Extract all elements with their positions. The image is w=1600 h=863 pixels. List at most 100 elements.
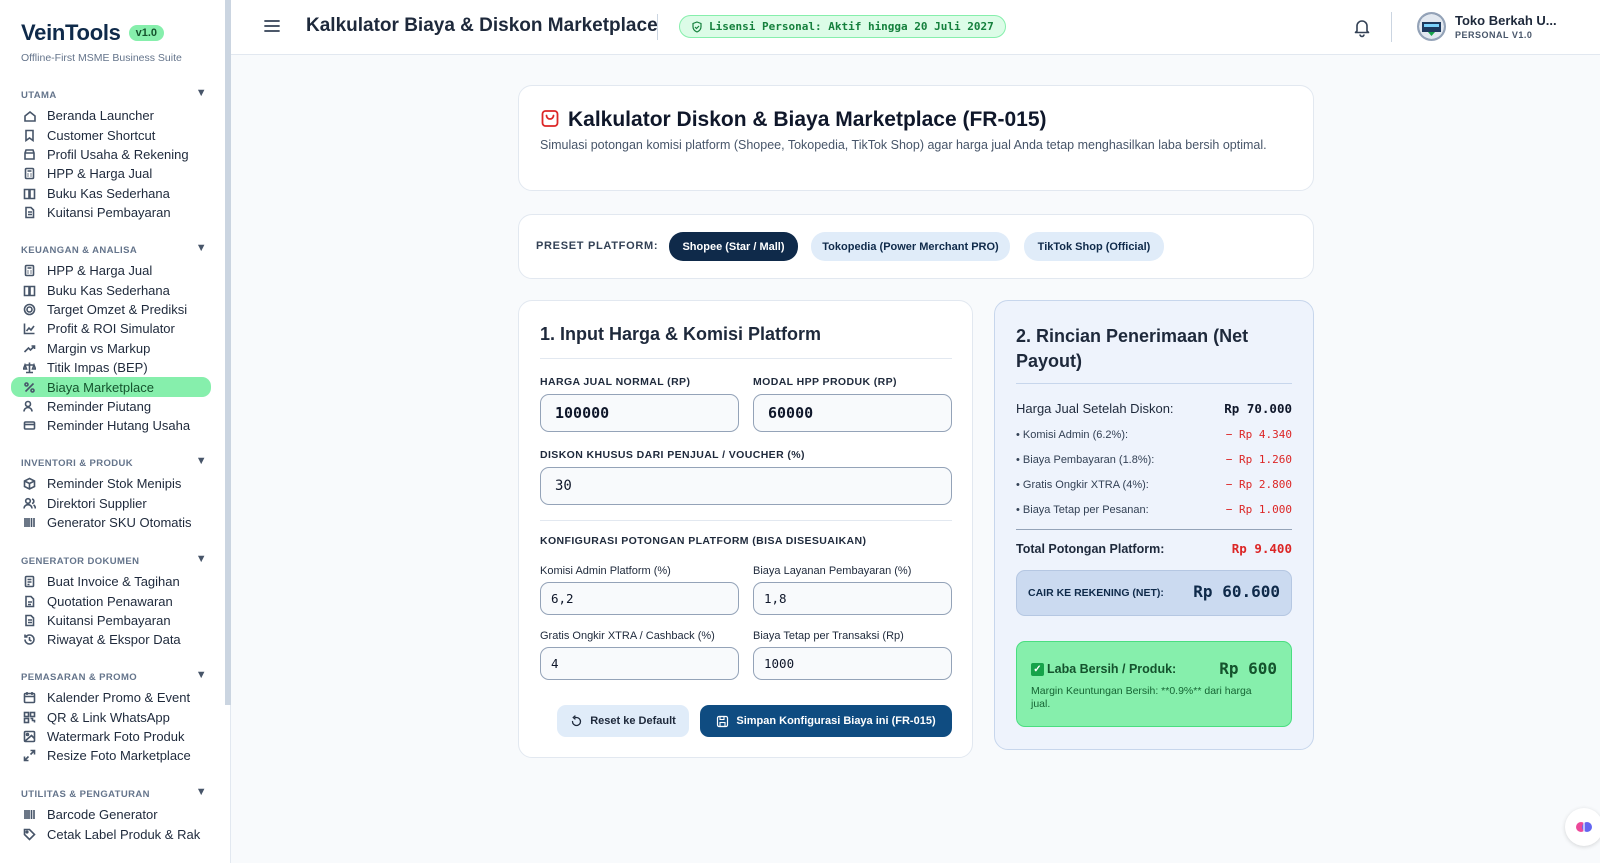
sidebar-item-label: HPP & Harga Jual xyxy=(47,166,153,182)
harga-jual-input[interactable]: 100000 xyxy=(540,394,739,432)
sidebar-item[interactable]: Buat Invoice & Tagihan xyxy=(11,572,211,591)
sidebar-item[interactable]: Watermark Foto Produk xyxy=(11,727,211,746)
sidebar-item-label: Watermark Foto Produk xyxy=(47,728,185,744)
sidebar-item[interactable]: Reminder Hutang Usaha xyxy=(11,416,211,435)
total-potongan-row: Total Potongan Platform: Rp 9.400 xyxy=(1016,541,1292,556)
total-potongan-label: Total Potongan Platform: xyxy=(1016,541,1165,556)
input-panel-title: 1. Input Harga & Komisi Platform xyxy=(540,324,822,344)
nav-section-header[interactable]: INVENTORI & PRODUK ▼ xyxy=(21,455,225,474)
sidebar-item[interactable]: Reminder Piutang xyxy=(11,397,211,416)
diskon-label: DISKON KHUSUS DARI PENJUAL / VOUCHER (%) xyxy=(540,449,805,461)
komisi-input[interactable]: 6,2 xyxy=(540,582,739,615)
sidebar-item[interactable]: Riwayat & Ekspor Data xyxy=(11,630,211,649)
file-text-icon xyxy=(21,593,37,609)
sidebar-item[interactable]: HPP & Harga Jual xyxy=(11,261,211,280)
chevron-down-icon[interactable]: ▼ xyxy=(196,87,207,99)
sidebar-scrollbar[interactable] xyxy=(225,0,231,705)
chevron-down-icon[interactable]: ▼ xyxy=(196,669,207,681)
save-icon xyxy=(717,715,729,727)
sidebar-item[interactable]: Buku Kas Sederhana xyxy=(11,184,211,203)
reset-button[interactable]: Reset ke Default xyxy=(557,705,689,737)
shield-check-icon xyxy=(692,20,702,33)
chevron-down-icon[interactable]: ▼ xyxy=(196,786,207,798)
sidebar-item[interactable]: Kuitansi Pembayaran xyxy=(11,611,211,630)
sidebar-item[interactable]: Reminder Stok Menipis xyxy=(11,474,211,493)
license-badge: Lisensi Personal: Aktif hingga 20 Juli 2… xyxy=(679,15,1006,38)
nav-section-header[interactable]: UTAMA ▼ xyxy=(21,87,225,106)
preset-shopee-button[interactable]: Shopee (Star / Mall) xyxy=(669,232,798,261)
ongkir-input[interactable]: 4 xyxy=(540,647,739,680)
sidebar-item[interactable]: QR & Link WhatsApp xyxy=(11,707,211,726)
komisi-label: Komisi Admin Platform (%) xyxy=(540,565,671,577)
sidebar-item[interactable]: Cetak Label Produk & Rak xyxy=(11,824,211,843)
sidebar-item[interactable]: Barcode Generator xyxy=(11,805,211,824)
user-name[interactable]: Toko Berkah U... xyxy=(1455,13,1557,28)
sidebar-item[interactable]: Beranda Launcher xyxy=(11,106,211,125)
total-potongan-value: Rp 9.400 xyxy=(1231,541,1292,556)
sidebar-item-label: Resize Foto Marketplace xyxy=(47,748,191,764)
deduction-row: • Biaya Tetap per Pesanan: − Rp 1.000 xyxy=(1016,503,1292,516)
sidebar-item[interactable]: Customer Shortcut xyxy=(11,125,211,144)
biaya-tetap-input[interactable]: 1000 xyxy=(753,647,952,680)
bell-icon[interactable] xyxy=(1351,16,1373,38)
diskon-input[interactable]: 30 xyxy=(540,467,952,505)
nav-section-header[interactable]: PEMASARAN & PROMO ▼ xyxy=(21,669,225,688)
chevron-down-icon[interactable]: ▼ xyxy=(196,553,207,565)
sidebar-item-label: Direktori Supplier xyxy=(47,495,147,511)
sidebar-item[interactable]: Profil Usaha & Rekening xyxy=(11,145,211,164)
preset-tokopedia-button[interactable]: Tokopedia (Power Merchant PRO) xyxy=(811,232,1010,261)
sidebar-item[interactable]: Margin vs Markup xyxy=(11,339,211,358)
user-role: PERSONAL V1.0 xyxy=(1455,30,1533,40)
net-profit-box: ✓ Laba Bersih / Produk: Rp 600 Margin Ke… xyxy=(1016,641,1292,727)
modal-hpp-input[interactable]: 60000 xyxy=(753,394,952,432)
assistant-fab[interactable] xyxy=(1565,808,1600,846)
app-tagline: Offline-First MSME Business Suite xyxy=(21,52,182,64)
sidebar-item[interactable]: Kalender Promo & Event xyxy=(11,688,211,707)
brain-icon xyxy=(1576,822,1592,832)
nav-section-header[interactable]: KEUANGAN & ANALISA ▼ xyxy=(21,242,225,261)
nav-section-title: PEMASARAN & PROMO xyxy=(21,672,138,683)
divider xyxy=(1016,383,1292,384)
input-panel: 1. Input Harga & Komisi Platform HARGA J… xyxy=(518,300,973,758)
sidebar-item[interactable]: Direktori Supplier xyxy=(11,493,211,512)
nav-section-title: UTAMA xyxy=(21,90,57,101)
net-profit-note: Margin Keuntungan Bersih: **0.9%** dari … xyxy=(1031,685,1252,710)
qr-icon xyxy=(21,709,37,725)
sidebar-item[interactable]: Generator SKU Otomatis xyxy=(11,513,211,532)
sidebar-item-label: Buku Kas Sederhana xyxy=(47,185,170,201)
preset-tiktok-button[interactable]: TikTok Shop (Official) xyxy=(1024,232,1164,261)
sidebar-item-label: Profil Usaha & Rekening xyxy=(47,146,189,162)
sidebar-item-label: Margin vs Markup xyxy=(47,340,151,356)
brand[interactable]: VeinTools v1.0 xyxy=(21,20,164,46)
deduction-label: • Biaya Tetap per Pesanan: xyxy=(1016,503,1149,516)
preset-label: PRESET PLATFORM: xyxy=(536,240,659,252)
layanan-input[interactable]: 1,8 xyxy=(753,582,952,615)
nav-section-title: KEUANGAN & ANALISA xyxy=(21,245,138,256)
save-config-button[interactable]: Simpan Konfigurasi Biaya ini (FR-015) xyxy=(700,705,952,737)
deduction-value: − Rp 2.800 xyxy=(1225,478,1292,491)
harga-jual-label: HARGA JUAL NORMAL (RP) xyxy=(540,376,691,388)
chevron-down-icon[interactable]: ▼ xyxy=(196,242,207,254)
sidebar-item[interactable]: Buku Kas Sederhana xyxy=(11,280,211,299)
avatar[interactable] xyxy=(1417,12,1446,41)
sidebar-item-label: Cetak Label Produk & Rak xyxy=(47,826,201,842)
sidebar-item[interactable]: Biaya Marketplace xyxy=(11,377,211,397)
menu-icon[interactable] xyxy=(263,17,281,35)
sidebar-item[interactable]: Profit & ROI Simulator xyxy=(11,319,211,338)
sidebar-item[interactable]: Quotation Penawaran xyxy=(11,591,211,610)
nav-section: GENERATOR DOKUMEN ▼ Buat Invoice & Tagihan… xyxy=(0,553,225,650)
nav-section-header[interactable]: UTILITAS & PENGATURAN ▼ xyxy=(21,786,225,805)
sidebar-item-label: HPP & Harga Jual xyxy=(47,263,153,279)
sidebar-item[interactable]: Kuitansi Pembayaran xyxy=(11,203,211,222)
header-divider xyxy=(1391,12,1392,42)
sidebar-item[interactable]: HPP & Harga Jual xyxy=(11,164,211,183)
sidebar-item[interactable]: Resize Foto Marketplace xyxy=(11,746,211,765)
chevron-down-icon[interactable]: ▼ xyxy=(196,455,207,467)
book-icon xyxy=(21,282,37,298)
users-icon xyxy=(21,495,37,511)
sidebar-item[interactable]: Target Omzet & Prediksi xyxy=(11,300,211,319)
nav-section: UTILITAS & PENGATURAN ▼ Barcode Generator C… xyxy=(0,786,225,844)
nav-section-header[interactable]: GENERATOR DOKUMEN ▼ xyxy=(21,553,225,572)
sidebar-item[interactable]: Titik Impas (BEP) xyxy=(11,358,211,377)
harga-setelah-diskon-label: Harga Jual Setelah Diskon: xyxy=(1016,401,1174,416)
